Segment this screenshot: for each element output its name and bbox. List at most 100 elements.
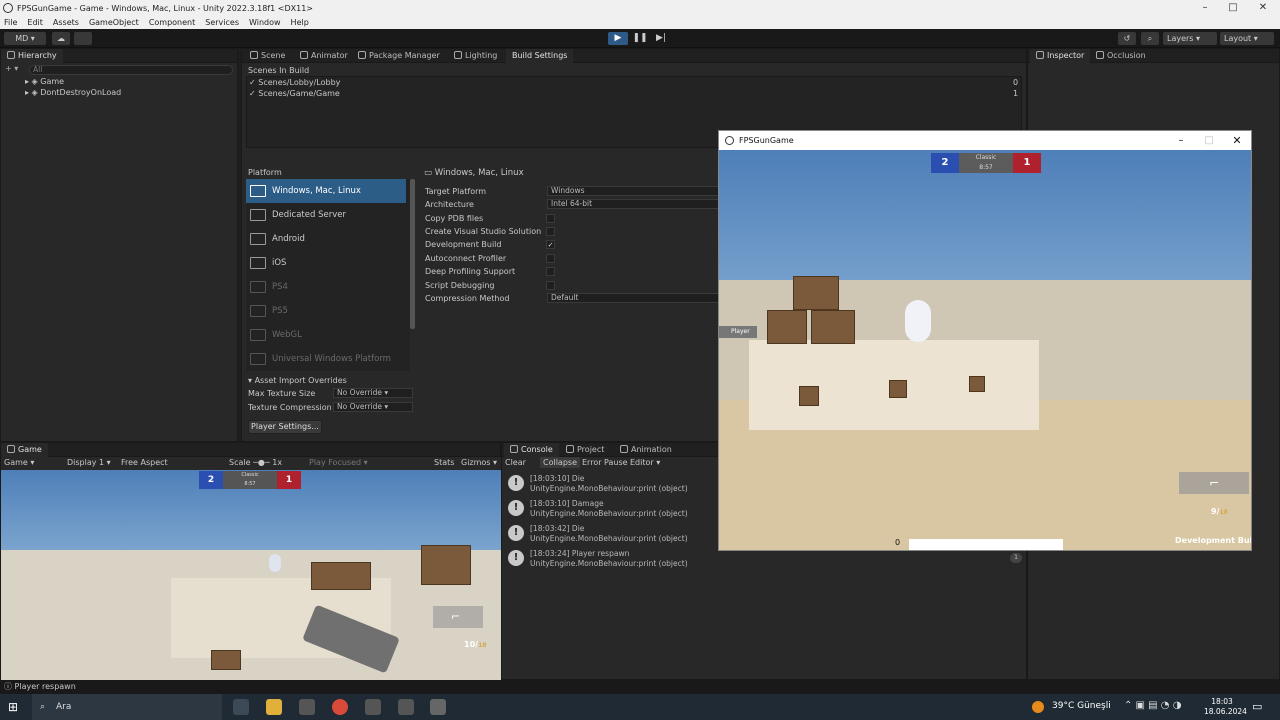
maximize-button[interactable]: □: [1199, 131, 1219, 150]
asset-overrides-label: Asset Import Overrides: [254, 376, 347, 385]
menu-services[interactable]: Services: [205, 18, 239, 27]
tab-project[interactable]: Project: [560, 443, 610, 457]
tab-build-settings[interactable]: Build Settings: [506, 49, 574, 63]
tray-icons[interactable]: ⌃ ▣ ▤ ◔ ◑: [1124, 700, 1181, 711]
hierarchy-item-dontdestroy[interactable]: ▸ ◈ DontDestroyOnLoad: [25, 88, 121, 97]
menu-assets[interactable]: Assets: [53, 18, 79, 27]
game-viewport[interactable]: 2 Classic 8:57 1 ⌐ 10/18: [1, 470, 501, 680]
layers-dropdown[interactable]: Layers ▾: [1163, 32, 1217, 45]
menu-gameobject[interactable]: GameObject: [89, 18, 139, 27]
target-platform-dropdown[interactable]: Windows: [547, 186, 719, 196]
add-icon[interactable]: + ▾: [5, 64, 18, 73]
windows-start-icon[interactable]: ⊞: [8, 700, 18, 714]
texture-compression-dropdown[interactable]: No Override ▾: [333, 402, 413, 412]
display-dropdown[interactable]: Display 1 ▾: [67, 458, 111, 467]
tab-animation[interactable]: Animation: [614, 443, 678, 457]
scene-row[interactable]: ✓ Scenes/Lobby/Lobby: [249, 78, 340, 87]
architecture-dropdown[interactable]: Intel 64-bit: [547, 199, 719, 209]
crate: [799, 386, 819, 406]
collab-icon[interactable]: [74, 32, 92, 45]
log-entry[interactable]: ! [18:03:10] Damage UnityEngine.MonoBehavi…: [506, 497, 716, 521]
play-focused-dropdown[interactable]: Play Focused ▾: [309, 458, 368, 467]
clear-button[interactable]: Clear: [505, 458, 526, 467]
tab-lighting[interactable]: Lighting: [448, 49, 503, 63]
platform-label: Android: [272, 234, 305, 244]
tab-occlusion[interactable]: Occlusion: [1090, 49, 1152, 63]
development-build-checkbox[interactable]: ✓: [546, 240, 555, 249]
platform-dedicated-server[interactable]: Dedicated Server: [246, 203, 406, 227]
script-debugging-checkbox[interactable]: [546, 281, 555, 290]
unity-icon[interactable]: [365, 699, 381, 715]
minimize-button[interactable]: –: [1171, 131, 1191, 150]
fps-game-viewport[interactable]: 2 Classic 8:57 1 Player ⌐ 9/18 0 Developm…: [719, 150, 1251, 550]
layout-dropdown[interactable]: Layout ▾: [1220, 32, 1274, 45]
tab-inspector[interactable]: Inspector: [1030, 49, 1091, 63]
tab-game[interactable]: Game: [1, 443, 48, 457]
hierarchy-item-game[interactable]: ▸ ◈ Game: [25, 77, 64, 86]
close-button[interactable]: ✕: [1227, 131, 1247, 150]
crate: [811, 310, 855, 344]
gizmos-dropdown[interactable]: Gizmos ▾: [461, 458, 497, 467]
file-explorer-icon[interactable]: [266, 699, 282, 715]
asset-import-overrides-foldout[interactable]: ▾ Asset Import Overrides: [248, 376, 347, 385]
pause-button[interactable]: ❚❚: [630, 32, 650, 45]
clock[interactable]: 18:03 18.06.2024: [1204, 697, 1247, 717]
platform-webgl[interactable]: WebGL: [246, 323, 406, 347]
error-pause-button[interactable]: Error Pause: [582, 458, 628, 467]
log-entry[interactable]: ! [18:03:42] Die UnityEngine.MonoBehaviour…: [506, 522, 716, 546]
menu-component[interactable]: Component: [149, 18, 195, 27]
step-button[interactable]: ▶|: [651, 32, 671, 45]
hierarchy-search-input[interactable]: All: [29, 65, 233, 75]
menu-file[interactable]: File: [4, 18, 17, 27]
deep-profiling-checkbox[interactable]: [546, 267, 555, 276]
weather-text[interactable]: 39°C Güneşli: [1052, 701, 1111, 711]
editor-dropdown[interactable]: Editor ▾: [630, 458, 660, 467]
platform-windows[interactable]: Windows, Mac, Linux: [246, 179, 406, 203]
menu-edit[interactable]: Edit: [27, 18, 43, 27]
stats-button[interactable]: Stats: [434, 458, 454, 467]
layers-label: Layers: [1167, 34, 1194, 43]
tab-console[interactable]: Console: [504, 443, 559, 457]
log-entry[interactable]: ! [18:03:10] Die UnityEngine.MonoBehaviour…: [506, 472, 716, 496]
platform-ps5[interactable]: PS5: [246, 299, 406, 323]
tab-package-manager[interactable]: Package Manager: [352, 49, 446, 63]
scale-slider[interactable]: Scale ─●─ 1x: [229, 458, 282, 467]
menu-window[interactable]: Window: [249, 18, 281, 27]
cloud-icon[interactable]: ☁: [52, 32, 70, 45]
autoconnect-profiler-checkbox[interactable]: [546, 254, 555, 263]
tab-scene[interactable]: Scene: [244, 49, 291, 63]
task-view-icon[interactable]: [233, 699, 249, 715]
scene-row[interactable]: ✓ Scenes/Game/Game: [249, 89, 340, 98]
play-button[interactable]: ▶: [608, 32, 628, 45]
notification-icon[interactable]: ▭: [1252, 700, 1262, 713]
minimize-button[interactable]: –: [1190, 0, 1220, 16]
max-texture-dropdown[interactable]: No Override ▾: [333, 388, 413, 398]
compression-method-dropdown[interactable]: Default: [547, 293, 719, 303]
platform-ios[interactable]: iOS: [246, 251, 406, 275]
maximize-button[interactable]: □: [1218, 0, 1248, 16]
tab-hierarchy[interactable]: Hierarchy: [1, 49, 63, 63]
timer: 8:57: [244, 481, 256, 487]
game-mode-dropdown[interactable]: Game ▾: [4, 458, 34, 467]
player-settings-button[interactable]: Player Settings...: [248, 420, 322, 434]
menu-help[interactable]: Help: [291, 18, 309, 27]
search-icon[interactable]: ⌕: [1141, 32, 1159, 45]
log-entry[interactable]: ! [18:03:24] Player respawn UnityEngine.Mo…: [506, 547, 716, 571]
aspect-dropdown[interactable]: Free Aspect: [121, 458, 168, 467]
copy-pdb-checkbox[interactable]: [546, 214, 555, 223]
account-dropdown[interactable]: MD ▾: [4, 32, 46, 45]
platform-uwp[interactable]: Universal Windows Platform: [246, 347, 406, 371]
create-vs-solution-checkbox[interactable]: [546, 227, 555, 236]
fps-game-icon[interactable]: [430, 699, 446, 715]
platform-scrollbar[interactable]: [410, 179, 415, 329]
unity-hub-icon[interactable]: [299, 699, 315, 715]
tab-animator[interactable]: Animator: [294, 49, 354, 63]
taskbar-search[interactable]: ⌕ Ara: [32, 694, 222, 720]
history-icon[interactable]: ↺: [1118, 32, 1136, 45]
platform-ps4[interactable]: PS4: [246, 275, 406, 299]
platform-android[interactable]: Android: [246, 227, 406, 251]
close-button[interactable]: ✕: [1248, 0, 1278, 16]
github-desktop-icon[interactable]: [398, 699, 414, 715]
collapse-button[interactable]: Collapse: [540, 457, 580, 468]
chrome-icon[interactable]: [332, 699, 348, 715]
